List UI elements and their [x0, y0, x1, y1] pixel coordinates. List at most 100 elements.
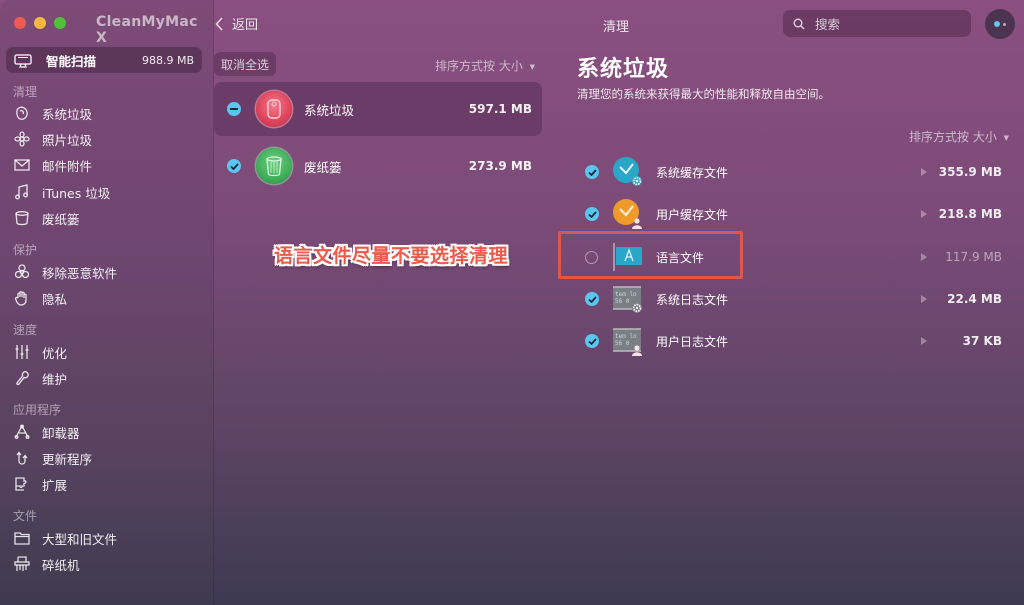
music-note-icon	[13, 183, 31, 201]
checked-checkbox[interactable]	[585, 334, 599, 348]
file-row-user-cache[interactable]: 用户缓存文件 218.8 MB	[580, 193, 1005, 235]
sidebar-item-shredder[interactable]: 碎纸机	[13, 554, 80, 574]
sort-dropdown[interactable]: 排序方式按 大小 ▼	[909, 128, 1009, 145]
annotation-text: 语言文件尽量不要选择清理	[274, 245, 509, 267]
sidebar-item-label: 优化	[42, 345, 68, 361]
file-name: 系统日志文件	[656, 292, 729, 307]
file-row-user-logs[interactable]: tem lo 56 0 用户日志文件 37 KB	[580, 320, 1005, 362]
section-header-files: 文件	[13, 509, 38, 523]
trash-bin-icon	[256, 148, 292, 184]
partial-checkbox[interactable]	[227, 102, 241, 116]
trash-bin-icon	[13, 209, 31, 227]
category-row-system-junk[interactable]: 系统垃圾 597.1 MB	[214, 82, 542, 136]
sidebar-item-label: 维护	[42, 371, 68, 387]
detail-title: 系统垃圾	[577, 57, 670, 82]
sidebar-item-label: 移除恶意软件	[42, 265, 118, 281]
sidebar-item-label: 大型和旧文件	[42, 531, 118, 547]
category-name: 废纸篓	[304, 159, 342, 175]
sidebar-item-label: 碎纸机	[42, 557, 80, 573]
expand-arrow-icon[interactable]	[921, 295, 927, 303]
section-header-applications: 应用程序	[13, 403, 62, 417]
category-size: 597.1 MB	[468, 102, 532, 116]
close-button[interactable]	[14, 17, 26, 29]
system-log-icon: tem lo 56 0	[612, 283, 644, 315]
sidebar-item-trash[interactable]: 废纸篓	[13, 208, 80, 228]
file-row-system-cache[interactable]: 系统缓存文件 355.9 MB	[580, 151, 1005, 193]
checked-checkbox[interactable]	[585, 165, 599, 179]
puzzle-icon	[13, 475, 31, 493]
sidebar-item-label: 废纸篓	[42, 211, 80, 227]
monitor-icon	[14, 53, 32, 68]
system-junk-icon	[256, 91, 292, 127]
category-name: 系统垃圾	[304, 102, 355, 118]
file-name: 系统缓存文件	[656, 165, 729, 180]
sidebar-item-label: 隐私	[42, 291, 68, 307]
search-icon	[793, 18, 805, 29]
sidebar-item-label: iTunes 垃圾	[42, 185, 111, 201]
sidebar-item-privacy[interactable]: 隐私	[13, 288, 67, 308]
sidebar-item-label: 邮件附件	[42, 158, 93, 174]
file-size: 355.9 MB	[938, 165, 1002, 179]
wrench-icon	[13, 369, 31, 387]
user-log-icon: tem lo 56 0	[612, 325, 644, 357]
sidebar-item-smart-scan[interactable]: 智能扫描 988.9 MB	[6, 47, 202, 73]
window-controls	[14, 17, 66, 29]
expand-arrow-icon[interactable]	[921, 210, 927, 218]
sidebar-item-label: 照片垃圾	[42, 132, 93, 148]
sidebar-item-uninstaller[interactable]: 卸载器	[13, 422, 80, 442]
minimize-button[interactable]	[34, 17, 46, 29]
checked-checkbox[interactable]	[585, 292, 599, 306]
sort-dropdown[interactable]: 排序方式按 大小 ▼	[435, 57, 535, 74]
envelope-icon	[13, 156, 31, 174]
sidebar-item-updater[interactable]: 更新程序	[13, 448, 92, 468]
search-input[interactable]: 搜索	[783, 10, 971, 37]
sidebar-item-itunes-junk[interactable]: iTunes 垃圾	[13, 182, 110, 202]
shredder-icon	[13, 555, 31, 573]
checked-checkbox[interactable]	[227, 159, 241, 173]
chevron-left-icon	[215, 16, 223, 31]
detail-subtitle: 清理您的系统来获得最大的性能和释放自由空间。	[577, 87, 830, 101]
sliders-icon	[13, 343, 31, 361]
annotation-highlight-box	[558, 231, 743, 279]
hand-icon	[13, 289, 31, 307]
sidebar: CleanMyMac X 智能扫描 988.9 MB 清理 系统垃圾 照片垃圾 …	[0, 0, 214, 605]
system-cache-icon	[612, 156, 644, 188]
expand-arrow-icon[interactable]	[921, 253, 927, 261]
file-name: 用户缓存文件	[656, 207, 729, 222]
sidebar-item-photo-junk[interactable]: 照片垃圾	[13, 129, 92, 149]
sidebar-item-mail-attachments[interactable]: 邮件附件	[13, 155, 92, 175]
app-title: CleanMyMac X	[96, 14, 198, 46]
sidebar-item-label: 智能扫描	[46, 53, 97, 69]
section-header-cleanup: 清理	[13, 85, 38, 99]
sidebar-item-label: 更新程序	[42, 451, 93, 467]
sidebar-item-system-junk[interactable]: 系统垃圾	[13, 103, 92, 123]
checked-checkbox[interactable]	[585, 207, 599, 221]
back-button[interactable]: 返回	[215, 14, 258, 33]
uninstaller-icon	[13, 423, 31, 441]
sidebar-item-malware-removal[interactable]: 移除恶意软件	[13, 262, 117, 282]
updater-icon	[13, 449, 31, 467]
sidebar-item-maintenance[interactable]: 维护	[13, 368, 67, 388]
sidebar-item-label: 卸载器	[42, 425, 80, 441]
category-row-trash[interactable]: 废纸篓 273.9 MB	[214, 139, 542, 193]
sidebar-item-extensions[interactable]: 扩展	[13, 474, 67, 494]
svg-text:56 0: 56 0	[615, 340, 630, 347]
file-size: 37 KB	[962, 334, 1002, 348]
expand-arrow-icon[interactable]	[921, 337, 927, 345]
maximize-button[interactable]	[54, 17, 66, 29]
back-label: 返回	[232, 18, 259, 33]
file-size: 117.9 MB	[945, 250, 1002, 264]
biohazard-icon	[13, 263, 31, 281]
sidebar-item-label: 扩展	[42, 477, 68, 493]
sidebar-item-optimization[interactable]: 优化	[13, 342, 67, 362]
deselect-all-button[interactable]: 取消全选	[214, 52, 277, 76]
system-junk-icon	[13, 104, 31, 122]
file-size: 218.8 MB	[938, 207, 1002, 221]
file-row-system-logs[interactable]: tem lo 56 0 系统日志文件 22.4 MB	[580, 278, 1005, 320]
user-cache-icon	[612, 198, 644, 230]
section-header-speed: 速度	[13, 323, 38, 337]
scan-size: 988.9 MB	[141, 53, 194, 67]
assistant-icon[interactable]	[985, 9, 1015, 39]
expand-arrow-icon[interactable]	[921, 168, 927, 176]
sidebar-item-large-old-files[interactable]: 大型和旧文件	[13, 528, 117, 548]
